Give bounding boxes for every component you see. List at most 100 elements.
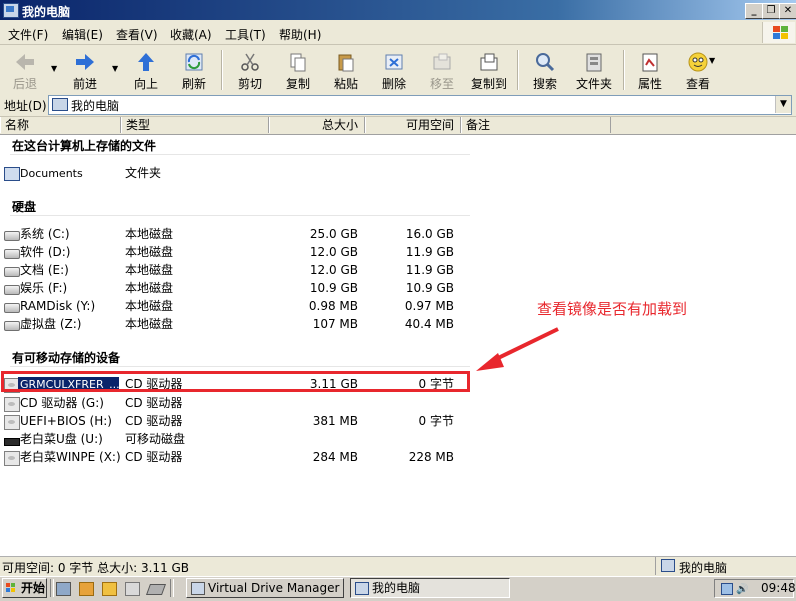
forward-label: 前进 [72,77,97,91]
item-type: 本地磁盘 [125,281,174,295]
item-name: 虚拟盘 (Z:) [20,317,82,331]
app-window-icon [191,582,205,595]
status-location: 我的电脑 [679,561,728,575]
title-bar[interactable]: 我的电脑 _ ❐ ✕ [0,0,796,20]
menu-favorites[interactable]: 收藏(A) [170,26,212,43]
column-name[interactable]: 名称 [0,117,121,133]
item-free: 228 MB [408,450,454,464]
item-name: 软件 (D:) [20,245,71,259]
item-type: CD 驱动器 [125,450,183,464]
copy-button[interactable]: 复制 [275,50,321,92]
item-type: 可移动磁盘 [125,432,186,446]
search-button[interactable]: 搜索 [522,50,568,92]
item-free: 40.4 MB [404,317,454,331]
documents-folder-icon [4,167,20,181]
item-total: 107 MB [312,317,358,331]
copy-label: 复制 [285,77,310,91]
taskbar-separator [170,579,174,597]
group-header-hdd: 硬盘 [12,200,37,214]
list-item[interactable]: UEFI+BIOS (H:) CD 驱动器 381 MB 0 字节 [0,413,470,430]
list-item[interactable]: RAMDisk (Y:) 本地磁盘 0.98 MB 0.97 MB [0,298,470,315]
start-logo-icon-part [11,588,15,592]
refresh-icon [185,53,203,71]
item-type: 文件夹 [125,166,162,180]
network-icon[interactable] [721,583,733,595]
copy-to-icon [480,53,498,71]
column-comment[interactable]: 备注 [461,117,611,133]
task-my-computer[interactable]: 我的电脑 [350,578,510,598]
list-item[interactable]: 老白菜WINPE (X:) CD 驱动器 284 MB 228 MB [0,449,470,466]
cd-drive-icon [4,415,20,430]
start-label: 开始 [21,581,46,595]
column-free[interactable]: 可用空间 [365,117,461,133]
item-name: CD 驱动器 (G:) [20,396,104,410]
forward-button[interactable]: 前进 [62,50,108,92]
restore-button[interactable]: ❐ [762,3,780,19]
properties-label: 属性 [637,77,662,91]
list-item[interactable]: 软件 (D:) 本地磁盘 12.0 GB 11.9 GB [0,244,470,261]
volume-icon[interactable]: 🔊 [736,584,748,595]
minimize-button[interactable]: _ [745,3,763,19]
back-arrow-icon [16,54,34,70]
item-name: Documents [20,167,83,180]
item-total: 12.0 GB [309,245,358,259]
folders-button[interactable]: 文件夹 [571,50,617,92]
views-dropdown-icon[interactable]: ▼ [709,56,715,65]
list-item[interactable]: 娱乐 (F:) 本地磁盘 10.9 GB 10.9 GB [0,280,470,297]
menu-view[interactable]: 查看(V) [116,26,158,43]
column-total[interactable]: 总大小 [269,117,365,133]
menu-edit[interactable]: 编辑(E) [62,26,103,43]
usb-drive-icon [4,438,20,446]
properties-button[interactable]: 属性 [627,50,673,92]
quicklaunch-explorer-icon[interactable] [102,582,117,596]
cut-button[interactable]: 剪切 [227,50,273,92]
quicklaunch-tool-icon[interactable] [125,582,140,596]
list-item[interactable]: 文档 (E:) 本地磁盘 12.0 GB 11.9 GB [0,262,470,279]
start-button[interactable]: 开始 [2,578,47,598]
menu-tools[interactable]: 工具(T) [225,26,266,43]
list-item[interactable]: 老白菜U盘 (U:) 可移动磁盘 [0,431,470,448]
up-button[interactable]: 向上 [123,50,169,92]
list-item[interactable]: Documents 文件夹 [0,165,470,182]
menu-file[interactable]: 文件(F) [8,26,48,43]
copy-to-button[interactable]: 复制到 [466,50,512,92]
list-item[interactable]: CD 驱动器 (G:) CD 驱动器 [0,395,470,412]
start-logo-icon-part [6,588,10,592]
list-item[interactable]: 虚拟盘 (Z:) 本地磁盘 107 MB 40.4 MB [0,316,470,333]
quicklaunch-desktop-icon[interactable] [56,582,71,596]
group-divider [10,366,470,367]
refresh-button[interactable]: 刷新 [171,50,217,92]
cd-drive-icon [4,397,20,412]
item-free: 11.9 GB [405,245,454,259]
status-divider [655,557,656,575]
column-type[interactable]: 类型 [121,117,269,133]
move-to-button[interactable]: 移至 [419,50,465,92]
item-free: 0 字节 [418,414,454,428]
hard-disk-icon [4,249,20,259]
task-label: 我的电脑 [372,581,421,595]
views-icon [688,52,708,72]
annotation-text: 查看镜像是否有加载到 [537,300,688,318]
address-label: 地址(D) [4,99,47,113]
cd-drive-icon [4,451,20,466]
move-to-label: 移至 [429,77,454,91]
menu-help[interactable]: 帮助(H) [279,26,321,43]
back-button[interactable]: 后退 [2,50,48,92]
back-dropdown-icon[interactable]: ▼ [51,64,57,73]
paste-button[interactable]: 粘贴 [323,50,369,92]
address-dropdown-icon[interactable]: ▼ [775,96,791,113]
task-virtual-drive-manager[interactable]: Virtual Drive Manager [186,578,344,598]
up-arrow-icon [138,53,154,71]
close-button[interactable]: ✕ [779,3,796,19]
list-item[interactable]: 系统 (C:) 本地磁盘 25.0 GB 16.0 GB [0,226,470,243]
address-input[interactable]: 我的电脑 [48,95,792,115]
my-computer-icon [661,559,675,572]
delete-button[interactable]: 删除 [371,50,417,92]
quicklaunch-folder-icon[interactable] [79,582,94,596]
item-name: UEFI+BIOS (H:) [20,414,112,428]
forward-dropdown-icon[interactable]: ▼ [112,64,118,73]
item-type: CD 驱动器 [125,396,183,410]
search-label: 搜索 [532,77,557,91]
delete-label: 删除 [381,77,406,91]
back-label: 后退 [12,77,37,91]
